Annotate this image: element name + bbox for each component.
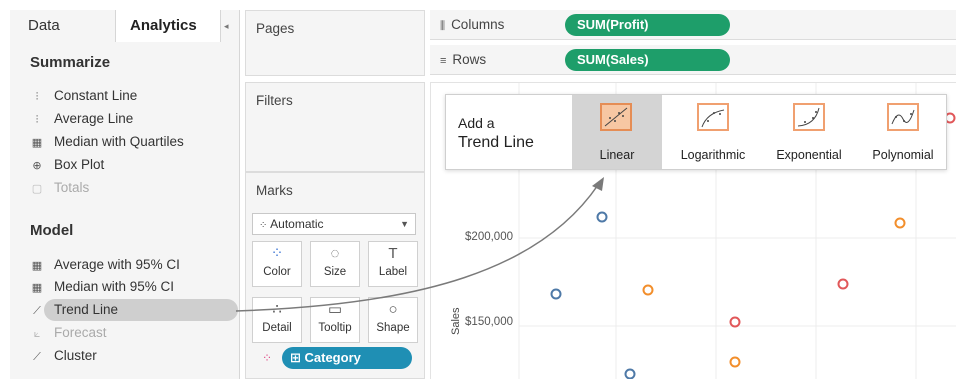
exponential-trend-icon	[793, 103, 825, 131]
category-pill[interactable]: ⊞ Category	[282, 347, 412, 369]
average-ci-icon: ▦	[31, 260, 43, 272]
tooltip-button[interactable]: ▭ Tooltip	[310, 297, 360, 343]
tooltip-icon: ▭	[327, 301, 343, 318]
model-item-median-ci[interactable]: ▦ Median with 95% CI	[30, 277, 174, 297]
model-item-cluster[interactable]: ⟋ Cluster	[30, 346, 97, 366]
data-point[interactable]	[624, 368, 636, 379]
summarize-item-box-plot[interactable]: ⊕ Box Plot	[30, 155, 104, 175]
detail-icon: ∴	[272, 301, 282, 318]
chevron-down-icon: ▼	[400, 219, 409, 229]
size-button[interactable]: ◌ Size	[310, 241, 360, 287]
pane-tabs: Data Analytics ◂	[10, 10, 240, 42]
rows-icon: ≡	[440, 55, 447, 67]
color-button[interactable]: ⁘ Color	[252, 241, 302, 287]
y-axis-title: Sales	[450, 307, 462, 335]
data-point[interactable]	[596, 211, 608, 223]
color-icon: ⁘	[270, 245, 284, 262]
model-item-average-ci[interactable]: ▦ Average with 95% CI	[30, 255, 180, 275]
pages-title: Pages	[256, 21, 295, 36]
shape-button[interactable]: ○ Shape	[368, 297, 418, 343]
data-point[interactable]	[837, 278, 849, 290]
shape-icon: ○	[388, 301, 398, 318]
shelves-pane: Pages Filters Marks ⁘ Automatic ▼ ⁘ Color…	[245, 10, 425, 379]
polynomial-trend-icon	[887, 103, 919, 131]
model-item-forecast: ⟀ Forecast	[30, 323, 107, 343]
mark-type-dropdown[interactable]: ⁘ Automatic ▼	[252, 213, 416, 235]
label-button[interactable]: T Label	[368, 241, 418, 287]
columns-shelf[interactable]: ⫼ Columns SUM(Profit)	[430, 10, 956, 40]
sum-profit-pill[interactable]: SUM(Profit)	[565, 14, 730, 36]
data-point[interactable]	[729, 316, 741, 328]
average-line-icon: ⫶	[35, 114, 39, 126]
summarize-item-median-quartiles[interactable]: ▦ Median with Quartiles	[30, 132, 184, 152]
mark-type-icon: ⁘	[259, 220, 271, 231]
tab-data[interactable]: Data	[28, 10, 60, 42]
box-plot-icon: ⊕	[32, 160, 42, 172]
tab-analytics[interactable]: Analytics	[115, 10, 221, 42]
summarize-item-constant-line[interactable]: ⫶ Constant Line	[30, 86, 138, 106]
median-quartiles-icon: ▦	[31, 137, 43, 149]
y-tick-label: $200,000	[465, 231, 513, 243]
linear-trend-icon	[600, 103, 632, 131]
median-ci-icon: ▦	[31, 282, 43, 294]
constant-line-icon: ⫶	[35, 91, 39, 103]
color-legend-icon: ⁘	[262, 351, 273, 365]
cluster-icon: ⟋	[33, 351, 41, 363]
summarize-section-title: Summarize	[30, 54, 111, 71]
analytics-pane: Data Analytics ◂ Summarize ⫶ Constant Lin…	[10, 10, 240, 379]
forecast-icon: ⟀	[33, 328, 41, 340]
trend-option-polynomial[interactable]: Polynomial	[860, 95, 946, 169]
summarize-item-average-line[interactable]: ⫶ Average Line	[30, 109, 134, 129]
popover-title: Trend Line	[458, 134, 534, 151]
collapse-pane-icon[interactable]: ◂	[224, 22, 232, 31]
size-icon: ◌	[330, 245, 340, 262]
data-point[interactable]	[642, 284, 654, 296]
columns-label: Columns	[451, 17, 505, 32]
trend-line-icon: ⟋	[33, 305, 41, 317]
pages-card[interactable]: Pages	[245, 10, 425, 76]
model-item-trend-line[interactable]: ⟋ Trend Line	[30, 300, 118, 320]
popover-add-a: Add a	[458, 115, 495, 131]
model-section-title: Model	[30, 222, 74, 239]
logarithmic-trend-icon	[697, 103, 729, 131]
trend-option-exponential[interactable]: Exponential	[762, 95, 856, 169]
summarize-item-totals: ▢ Totals	[30, 178, 89, 198]
filters-card[interactable]: Filters	[245, 82, 425, 172]
filters-title: Filters	[256, 93, 293, 108]
y-tick-label: $150,000	[465, 316, 513, 328]
rows-shelf[interactable]: ≡ Rows SUM(Sales)	[430, 45, 956, 75]
trend-option-logarithmic[interactable]: Logarithmic	[670, 95, 756, 169]
columns-icon: ⫼	[440, 20, 446, 32]
detail-button[interactable]: ∴ Detail	[252, 297, 302, 343]
trend-option-linear[interactable]: Linear	[572, 95, 662, 169]
trend-line-popover: Add a Trend Line Linear Logarithmic Expo…	[445, 94, 947, 170]
data-point[interactable]	[894, 217, 906, 229]
marks-title: Marks	[256, 183, 293, 198]
rows-label: Rows	[452, 52, 487, 67]
data-point[interactable]	[729, 356, 741, 368]
data-point[interactable]	[550, 288, 562, 300]
label-icon: T	[388, 245, 398, 262]
sum-sales-pill[interactable]: SUM(Sales)	[565, 49, 730, 71]
totals-icon: ▢	[31, 183, 43, 195]
